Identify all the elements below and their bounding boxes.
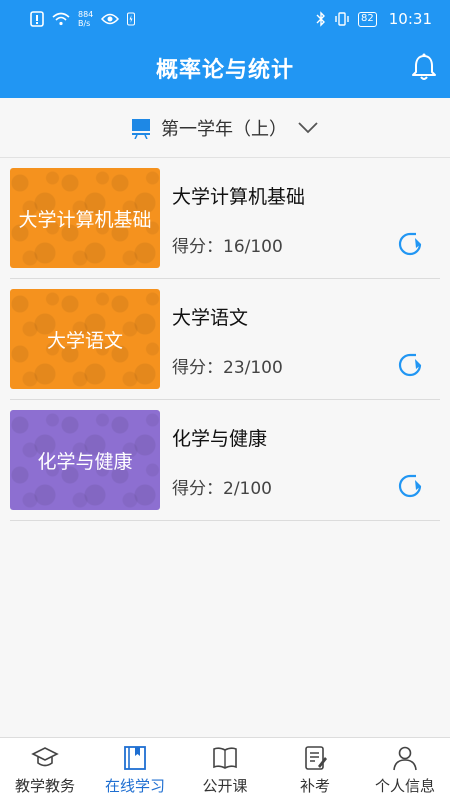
- battery-indicator: 82: [358, 11, 377, 27]
- nav-label: 公开课: [202, 777, 248, 795]
- course-thumbnail: 大学计算机基础: [10, 168, 160, 268]
- course-card[interactable]: 化学与健康 化学与健康 得分：2/100: [10, 400, 440, 521]
- course-score: 得分：23/100: [172, 358, 283, 378]
- chevron-down-icon: [298, 121, 318, 133]
- semester-label: 第一学年（上）: [161, 118, 287, 140]
- thumbnail-text: 化学与健康: [37, 450, 133, 473]
- course-score: 得分：2/100: [172, 479, 272, 499]
- course-card[interactable]: 大学计算机基础 大学计算机基础 得分：16/100: [10, 158, 440, 279]
- refresh-icon[interactable]: [394, 349, 426, 381]
- course-thumbnail: 大学语文: [10, 289, 160, 389]
- net-speed-value: 884: [78, 10, 94, 19]
- net-speed: 884 B/s: [78, 10, 93, 28]
- refresh-icon[interactable]: [394, 228, 426, 260]
- app-header: 概率论与统计: [0, 38, 450, 98]
- nav-item-personal-info[interactable]: 个人信息: [360, 738, 450, 800]
- thumbnail-text: 大学语文: [46, 329, 123, 352]
- nav-label: 补考: [299, 777, 330, 795]
- semester-selector[interactable]: 第一学年（上）: [0, 98, 450, 158]
- refresh-icon[interactable]: [394, 470, 426, 502]
- wifi-icon: [52, 12, 70, 26]
- notification-button[interactable]: [410, 52, 438, 82]
- nav-item-teaching-affairs[interactable]: 教学教务: [0, 738, 90, 800]
- bell-icon: [412, 53, 436, 80]
- nav-label: 个人信息: [374, 777, 435, 795]
- course-score: 得分：16/100: [172, 237, 283, 257]
- nav-label: 教学教务: [14, 777, 75, 795]
- net-speed-unit: B/s: [78, 19, 91, 28]
- bottom-nav: 教学教务 在线学习 公开课 补考 个人信息: [0, 737, 450, 800]
- clock: 10:31: [388, 10, 432, 28]
- alert-icon: [30, 11, 44, 27]
- thumbnail-text: 大学计算机基础: [18, 208, 152, 231]
- vibrate-icon: [335, 12, 349, 26]
- status-left: 884 B/s: [30, 10, 136, 28]
- course-name: 大学计算机基础: [172, 186, 306, 208]
- course-thumbnail: 化学与健康: [10, 410, 160, 510]
- status-bar: 884 B/s 82 10:31: [0, 0, 450, 38]
- charging-icon: [127, 12, 136, 26]
- chalkboard-icon: [132, 118, 150, 139]
- exam-paper-icon: [305, 746, 327, 770]
- course-name: 化学与健康: [172, 428, 268, 450]
- page-title: 概率论与统计: [155, 58, 294, 83]
- bluetooth-icon: [316, 11, 326, 27]
- nav-label: 在线学习: [104, 777, 165, 795]
- book-icon: [124, 746, 146, 770]
- person-icon: [393, 746, 417, 771]
- nav-item-open-courses[interactable]: 公开课: [180, 738, 270, 800]
- graduation-cap-icon: [31, 747, 59, 767]
- eye-icon: [101, 13, 120, 25]
- open-book-icon: [213, 747, 237, 769]
- nav-item-online-learning[interactable]: 在线学习: [90, 738, 180, 800]
- nav-item-makeup-exam[interactable]: 补考: [270, 738, 360, 800]
- course-name: 大学语文: [172, 307, 249, 329]
- course-card[interactable]: 大学语文 大学语文 得分：23/100: [10, 279, 440, 400]
- status-right: 82 10:31: [316, 10, 432, 28]
